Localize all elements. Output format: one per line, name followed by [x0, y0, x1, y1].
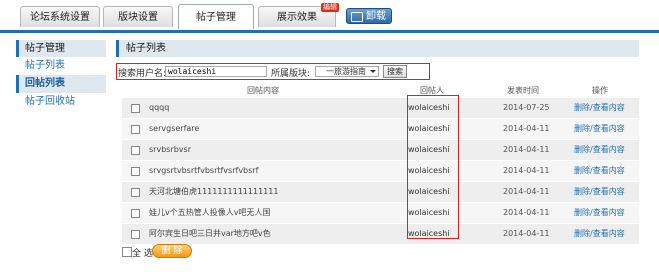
table-row: 阿尔宾生日吧三日并var地方吧v色 wolaiceshi 2014-04-11 … [122, 224, 639, 245]
uninstall-icon [351, 12, 363, 22]
row-checkbox[interactable] [131, 125, 140, 134]
sidebar-title: 帖子管理 [16, 40, 106, 57]
table-row: srvbsrbvsr wolaiceshi 2014-04-11 删除/查看内容 [122, 140, 639, 161]
uninstall-button[interactable]: 卸载 [346, 8, 392, 24]
board-select[interactable]: 一旅游指南 [315, 66, 379, 77]
col-header-date: 发表时间 [507, 86, 539, 95]
delete-view-link[interactable]: 删除/查看内容 [574, 140, 625, 160]
table-header: 回帖内容 回帖人 发表时间 操作 [122, 84, 639, 98]
sidebar-item-recycle-bin[interactable]: 帖子回收站 [16, 93, 106, 111]
delete-view-link[interactable]: 删除/查看内容 [574, 182, 625, 202]
reply-content: srvbsrbvsr [149, 145, 191, 154]
reply-date: 2014-07-25 [503, 103, 550, 112]
username-label: 搜索用户名: [118, 69, 167, 79]
table-row: 天河北塘伯虎1111111111111111 wolaiceshi 2014-0… [122, 182, 639, 203]
reply-date: 2014-04-11 [503, 145, 550, 154]
row-checkbox[interactable] [131, 104, 140, 113]
table-row: servgserfare wolaiceshi 2014-04-11 删除/查看… [122, 119, 639, 140]
col-header-action: 操作 [592, 86, 608, 95]
board-label: 所属版块: [271, 69, 311, 79]
reply-content: 娃儿v个五热管人投像人v吧无人国 [149, 208, 271, 217]
delete-button[interactable]: 删 除 [152, 244, 192, 258]
reply-date: 2014-04-11 [503, 208, 550, 217]
select-all-checkbox[interactable] [122, 247, 132, 257]
delete-view-link[interactable]: 删除/查看内容 [574, 224, 625, 244]
new-badge: 编辑 [321, 3, 339, 12]
reply-date: 2014-04-11 [503, 187, 550, 196]
delete-view-link[interactable]: 删除/查看内容 [574, 203, 625, 223]
page-title: 帖子列表 [116, 40, 639, 57]
tab-post-management[interactable]: 帖子管理 [178, 4, 254, 29]
reply-content: srvgsrtvbsrtfvbsrtfvsrfvbsrf [149, 166, 259, 175]
reply-date: 2014-04-11 [503, 229, 550, 238]
row-checkbox[interactable] [131, 209, 140, 218]
tab-display-effect-label: 展示效果 [277, 12, 317, 23]
table-row: qqqq wolaiceshi 2014-07-25 删除/查看内容 [122, 98, 639, 119]
row-checkbox[interactable] [131, 188, 140, 197]
reply-date: 2014-04-11 [503, 166, 550, 175]
sidebar-item-reply-list[interactable]: 回帖列表 [16, 75, 106, 93]
search-button[interactable]: 搜索 [383, 65, 407, 78]
row-checkbox[interactable] [131, 230, 140, 239]
board-select-value: 一旅游指南 [326, 67, 366, 76]
delete-view-link[interactable]: 删除/查看内容 [574, 161, 625, 181]
chevron-down-icon [370, 70, 376, 73]
row-checkbox[interactable] [131, 146, 140, 155]
tab-forum-settings[interactable]: 论坛系统设置 [20, 6, 100, 27]
sidebar-item-post-list[interactable]: 帖子列表 [16, 57, 106, 75]
reply-content: qqqq [149, 103, 170, 112]
search-form: 搜索用户名: 所属版块: 一旅游指南 搜索 [116, 63, 430, 80]
tab-display-effect[interactable]: 展示效果 编辑 [258, 3, 339, 27]
delete-view-link[interactable]: 删除/查看内容 [574, 98, 625, 118]
col-header-content: 回帖内容 [247, 86, 279, 95]
top-tab-bar: 论坛系统设置 版块设置 帖子管理 展示效果 编辑 卸载 [0, 0, 659, 33]
select-all-label: 全 选 [132, 249, 153, 259]
row-checkbox[interactable] [131, 167, 140, 176]
uninstall-label: 卸载 [366, 11, 386, 22]
delete-view-link[interactable]: 删除/查看内容 [574, 119, 625, 139]
username-input[interactable] [165, 66, 267, 77]
reply-table: 回帖内容 回帖人 发表时间 操作 qqqq wolaiceshi 2014-07… [122, 84, 639, 245]
reply-date: 2014-04-11 [503, 124, 550, 133]
reply-content: servgserfare [149, 124, 200, 133]
tab-board-settings[interactable]: 版块设置 [103, 6, 173, 27]
sidebar: 帖子管理 帖子列表 回帖列表 帖子回收站 [16, 40, 106, 111]
table-row: 娃儿v个五热管人投像人v吧无人国 wolaiceshi 2014-04-11 删… [122, 203, 639, 224]
reply-content: 阿尔宾生日吧三日并var地方吧v色 [149, 229, 271, 238]
author-column-highlight [407, 95, 459, 239]
reply-content: 天河北塘伯虎1111111111111111 [149, 187, 279, 196]
table-row: srvgsrtvbsrtfvbsrtfvsrfvbsrf wolaiceshi … [122, 161, 639, 182]
